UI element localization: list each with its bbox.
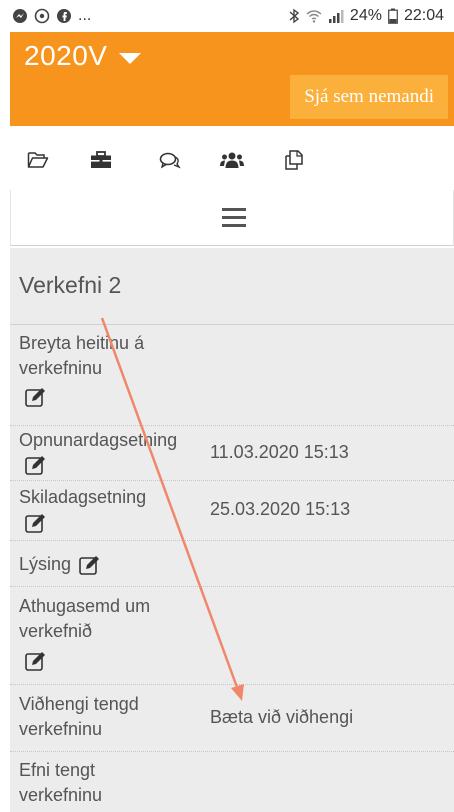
label-line-1: Viðhengi tengd — [19, 694, 139, 714]
row-comment: Athugasemd um verkefnið — [10, 587, 454, 685]
label-line-2: verkefninu — [19, 358, 103, 378]
due-date-value: 25.03.2020 15:13 — [210, 499, 351, 519]
copy-icon[interactable] — [279, 146, 309, 174]
label-line-1: Efni tengt — [19, 760, 96, 780]
row-label: Viðhengi tengd verkefninu — [19, 692, 139, 742]
toolbar — [10, 126, 454, 191]
notification-ellipsis: ... — [78, 7, 92, 24]
label-line-2: verkefnið — [19, 621, 93, 641]
course-header: 2020V Sjá sem nemandi — [10, 32, 454, 126]
row-label: Opnunardagsetning — [19, 430, 178, 450]
open-date-value: 11.03.2020 15:13 — [210, 442, 349, 462]
row-attachments: Viðhengi tengd verkefninu Bæta við viðhe… — [10, 685, 454, 752]
edit-icon[interactable] — [25, 455, 47, 475]
hamburger-menu-icon[interactable] — [222, 208, 246, 228]
edit-icon[interactable] — [79, 552, 101, 577]
course-title: 2020V — [24, 40, 108, 71]
row-label: Breyta heitinu á verkefninu — [19, 331, 144, 381]
assignment-header: Verkefni 2 — [10, 248, 454, 325]
edit-icon[interactable] — [25, 513, 47, 533]
status-bar: ... 24% 22:04 — [0, 0, 454, 32]
signal-icon — [328, 8, 344, 24]
row-label: Skiladagsetning — [19, 487, 147, 507]
row-label: Efni tengt verkefninu — [19, 758, 102, 808]
row-label: Lýsing — [19, 552, 101, 577]
assignment-properties: Breyta heitinu á verkefninu Opnunardagse… — [10, 325, 454, 812]
comments-icon[interactable] — [155, 146, 185, 174]
status-left: ... — [12, 7, 91, 25]
view-as-student-button[interactable]: Sjá sem nemandi — [290, 75, 448, 119]
row-description: Lýsing — [10, 541, 454, 587]
course-selector[interactable]: 2020V — [24, 40, 142, 72]
label-line-2: verkefninu — [19, 785, 103, 805]
label-line-1: Breyta heitinu á — [19, 333, 145, 353]
edit-icon[interactable] — [25, 651, 47, 671]
folder-icon[interactable] — [23, 146, 53, 174]
briefcase-icon[interactable] — [86, 146, 116, 174]
clock: 22:04 — [403, 7, 444, 24]
edit-icon[interactable] — [25, 387, 47, 407]
menu-bar — [10, 190, 454, 246]
row-related-material: Efni tengt verkefninu — [10, 752, 454, 812]
caret-down-icon — [119, 52, 142, 64]
wifi-icon — [306, 8, 322, 24]
bluetooth-icon — [288, 8, 300, 24]
row-due-date: Skiladagsetning 25.03.2020 15:13 — [10, 481, 454, 541]
users-icon[interactable] — [217, 146, 247, 174]
description-label: Lýsing — [19, 554, 72, 574]
row-open-date: Opnunardagsetning 11.03.2020 15:13 — [10, 426, 454, 481]
messenger-icon — [12, 8, 28, 24]
podcast-icon — [34, 8, 50, 24]
battery-icon — [388, 8, 398, 24]
label-line-2: verkefninu — [19, 719, 103, 739]
row-rename: Breyta heitinu á verkefninu — [10, 325, 454, 426]
add-attachment-link[interactable]: Bæta við viðhengi — [210, 705, 353, 730]
assignment-title: Verkefni 2 — [19, 272, 122, 298]
battery-percent: 24% — [349, 7, 382, 24]
status-right: 24% 22:04 — [288, 7, 444, 25]
row-label: Athugasemd um verkefnið — [19, 594, 150, 644]
facebook-icon — [56, 8, 72, 24]
label-line-1: Athugasemd um — [19, 596, 151, 616]
